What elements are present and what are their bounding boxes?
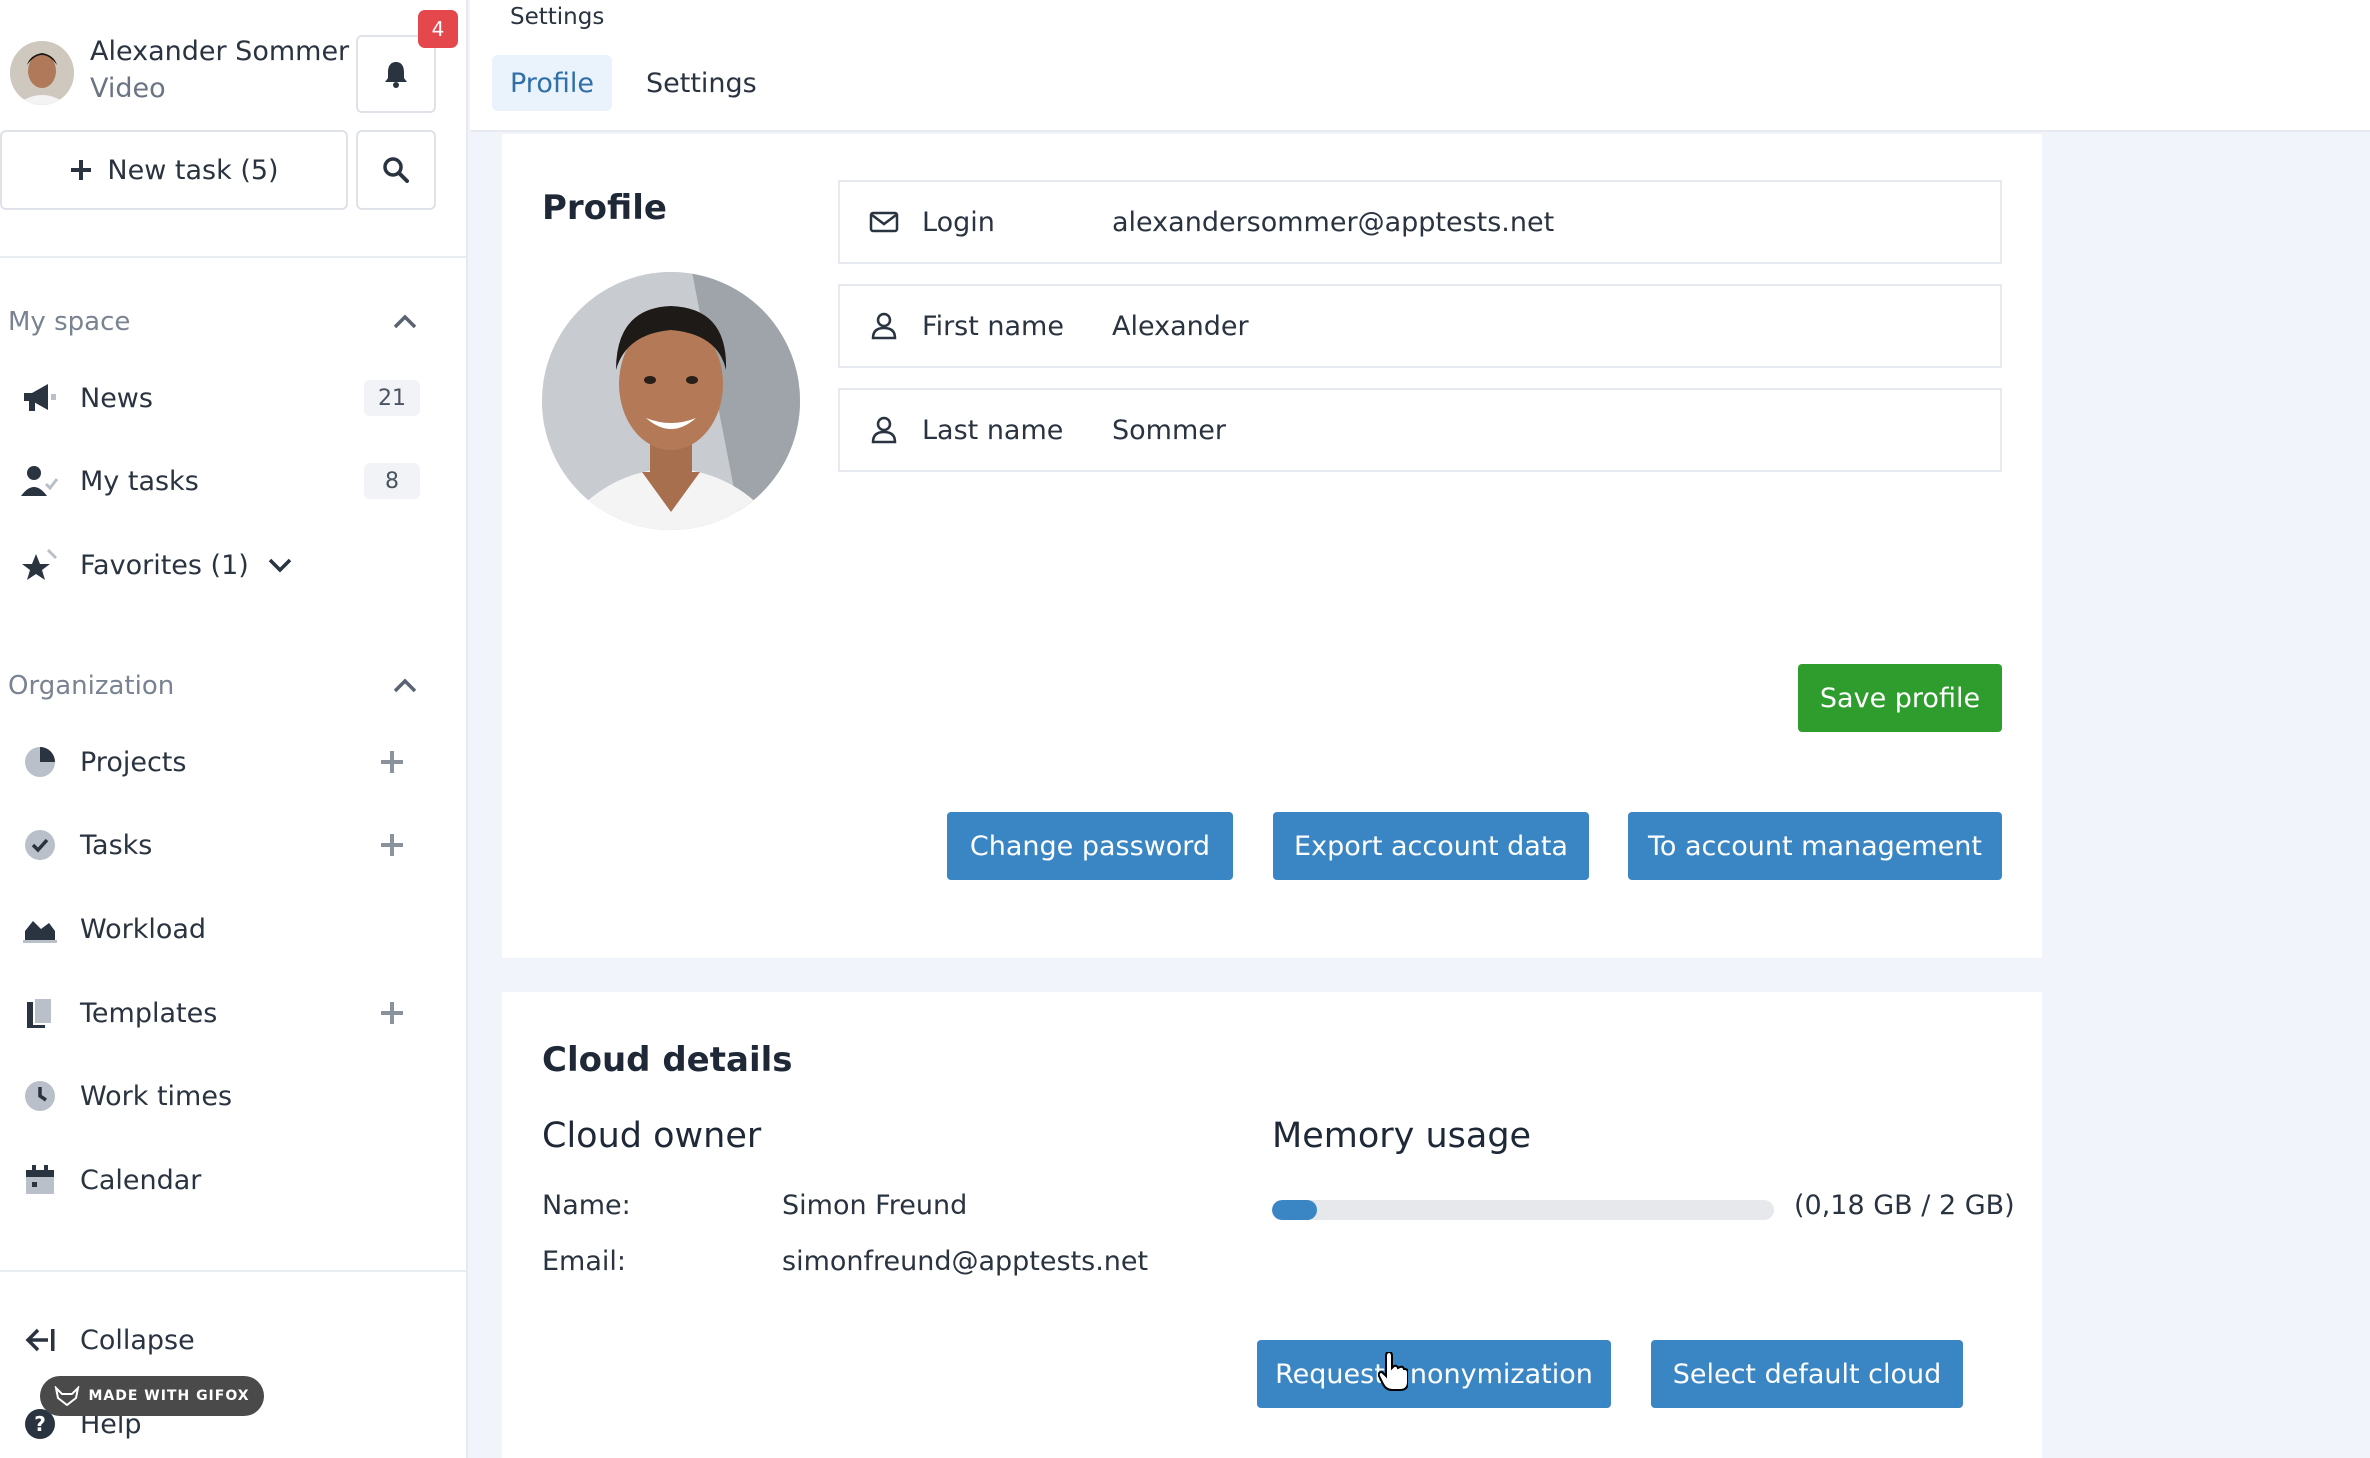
megaphone-icon: [20, 378, 60, 418]
sidebar-item-label: News: [80, 382, 153, 414]
bell-icon: [385, 62, 407, 88]
sidebar-item-news[interactable]: News 21: [20, 370, 420, 426]
user-check-icon: [20, 461, 60, 501]
add-template-icon[interactable]: [374, 995, 410, 1031]
user-role: Video: [90, 73, 166, 104]
user-name: Alexander Sommer: [90, 36, 350, 67]
sidebar-item-label: Projects: [80, 746, 187, 778]
sidebar-item-workload[interactable]: Workload: [20, 901, 420, 957]
profile-title: Profile: [542, 188, 667, 228]
top-bar: Settings Profile Settings: [470, 0, 2370, 132]
app-window: Alexander Sommer Video 4 New task (5) My…: [0, 0, 2370, 1458]
sidebar-item-projects[interactable]: Projects: [20, 734, 420, 790]
last-name-field[interactable]: Last name Sommer: [838, 388, 2002, 472]
sidebar-item-label: Templates: [80, 997, 218, 1029]
chevron-down-icon[interactable]: [267, 557, 293, 573]
fox-logo-icon: [55, 1386, 80, 1406]
sidebar: Alexander Sommer Video 4 New task (5) My…: [0, 0, 468, 1458]
field-label: First name: [922, 310, 1064, 342]
first-name-value: Alexander: [1112, 310, 1249, 342]
tab-profile[interactable]: Profile: [492, 55, 612, 111]
field-label: Last name: [922, 414, 1064, 446]
section-organization[interactable]: Organization: [8, 666, 418, 706]
first-name-field[interactable]: First name Alexander: [838, 284, 2002, 368]
change-password-button[interactable]: Change password: [947, 812, 1233, 880]
export-account-data-button[interactable]: Export account data: [1273, 812, 1589, 880]
section-title: Organization: [8, 671, 175, 701]
memory-usage-bar: [1272, 1200, 1774, 1220]
collapse-button[interactable]: Collapse: [20, 1312, 420, 1368]
profile-panel: Profile Login alexandersommer@apptests.n…: [502, 134, 2042, 958]
profile-avatar[interactable]: [542, 272, 800, 530]
tab-settings[interactable]: Settings: [628, 55, 775, 111]
login-field[interactable]: Login alexandersommer@apptests.net: [838, 180, 2002, 264]
last-name-value: Sommer: [1112, 414, 1226, 446]
user-icon: [864, 416, 904, 444]
sidebar-divider: [0, 256, 466, 258]
memory-usage-text: (0,18 GB / 2 GB): [1794, 1190, 2015, 1221]
save-profile-button[interactable]: Save profile: [1798, 664, 2002, 732]
owner-name-value: Simon Freund: [782, 1190, 968, 1221]
sidebar-item-tasks[interactable]: Tasks: [20, 817, 420, 873]
breadcrumb[interactable]: Settings: [510, 4, 604, 30]
profile-photo: [542, 272, 800, 530]
sidebar-item-label: Favorites (1): [80, 549, 249, 581]
request-anonymization-button[interactable]: Request anonymization: [1257, 1340, 1611, 1408]
avatar-photo: [10, 41, 74, 105]
clock-icon: [20, 1076, 60, 1116]
owner-name-label: Name:: [542, 1190, 631, 1221]
sidebar-item-templates[interactable]: Templates: [20, 985, 420, 1041]
notification-count-badge: 4: [418, 10, 458, 48]
cloud-owner-title: Cloud owner: [542, 1116, 762, 1156]
add-task-icon[interactable]: [374, 827, 410, 863]
cloud-details-panel: Cloud details Cloud owner Name: Simon Fr…: [502, 992, 2042, 1458]
new-task-button[interactable]: New task (5): [0, 130, 348, 210]
sidebar-item-work-times[interactable]: Work times: [20, 1068, 420, 1124]
sidebar-item-label: Calendar: [80, 1164, 202, 1196]
area-chart-icon: [20, 909, 60, 949]
section-title: My space: [8, 307, 131, 337]
star-icon: [20, 545, 60, 585]
chevron-up-icon[interactable]: [392, 314, 418, 330]
pie-chart-icon: [20, 742, 60, 782]
calendar-icon: [20, 1160, 60, 1200]
collapse-label: Collapse: [80, 1324, 195, 1356]
memory-usage-title: Memory usage: [1272, 1116, 1532, 1156]
cloud-details-title: Cloud details: [542, 1040, 793, 1080]
owner-email-label: Email:: [542, 1246, 627, 1277]
section-my-space[interactable]: My space: [8, 302, 418, 342]
sidebar-item-favorites[interactable]: Favorites (1): [20, 537, 420, 593]
check-circle-icon: [20, 825, 60, 865]
sidebar-item-label: Tasks: [80, 829, 153, 861]
sidebar-item-my-tasks[interactable]: My tasks 8: [20, 453, 420, 509]
my-tasks-count-badge: 8: [364, 463, 420, 499]
owner-email-value: simonfreund@apptests.net: [782, 1246, 1149, 1277]
search-button[interactable]: [356, 130, 436, 210]
gifox-watermark: MADE WITH GIFOX: [40, 1376, 264, 1416]
select-default-cloud-button[interactable]: Select default cloud: [1651, 1340, 1963, 1408]
envelope-icon: [864, 211, 904, 233]
news-count-badge: 21: [364, 380, 420, 416]
sidebar-divider: [0, 1270, 466, 1272]
avatar[interactable]: [10, 41, 74, 105]
account-management-button[interactable]: To account management: [1628, 812, 2002, 880]
search-icon: [383, 157, 409, 183]
field-label: Login: [922, 206, 995, 238]
document-icon: [20, 993, 60, 1033]
memory-usage-fill: [1272, 1200, 1318, 1220]
new-task-label: New task (5): [107, 154, 279, 186]
sidebar-item-calendar[interactable]: Calendar: [20, 1152, 420, 1208]
sidebar-item-label: Workload: [80, 913, 207, 945]
sidebar-item-label: My tasks: [80, 465, 199, 497]
hand-cursor-icon: [1378, 1352, 1408, 1391]
plus-icon: [71, 160, 92, 180]
collapse-arrow-icon: [20, 1320, 60, 1360]
login-value: alexandersommer@apptests.net: [1112, 206, 1555, 238]
sidebar-item-label: Work times: [80, 1080, 233, 1112]
watermark-text: MADE WITH GIFOX: [88, 1388, 250, 1404]
svg-text:?: ?: [34, 1412, 46, 1436]
user-icon: [864, 312, 904, 340]
add-project-icon[interactable]: [374, 744, 410, 780]
chevron-up-icon[interactable]: [392, 678, 418, 694]
